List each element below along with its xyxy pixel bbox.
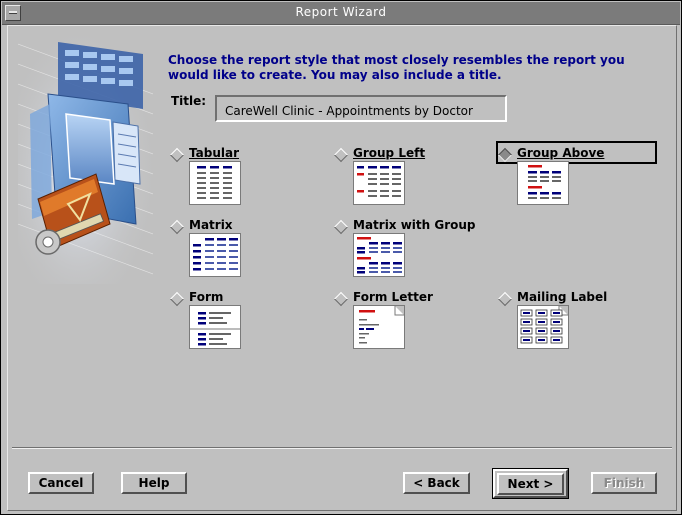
title-label: Title: bbox=[171, 94, 207, 108]
radio-button[interactable] bbox=[169, 291, 185, 307]
window-title: Report Wizard bbox=[295, 5, 387, 19]
next-button[interactable]: Next > bbox=[497, 473, 564, 495]
option-label: Form bbox=[189, 290, 224, 304]
report-wizard-window: Report Wizard Choose the report style th… bbox=[0, 0, 682, 515]
radio-button[interactable] bbox=[333, 147, 349, 163]
matrix-preview-icon bbox=[189, 233, 241, 277]
finish-button[interactable]: Finish bbox=[591, 472, 657, 494]
help-button[interactable]: Help bbox=[121, 472, 187, 494]
option-label: Group Above bbox=[517, 146, 605, 160]
title-bar[interactable]: Report Wizard bbox=[2, 2, 680, 25]
instructions-text: Choose the report style that most closel… bbox=[168, 53, 625, 82]
radio-button[interactable] bbox=[169, 147, 185, 163]
form-preview-icon bbox=[189, 305, 241, 349]
tabular-preview-icon bbox=[189, 161, 241, 205]
wizard-body: Choose the report style that most closel… bbox=[7, 25, 677, 511]
wizard-illustration bbox=[18, 34, 153, 284]
radio-button[interactable] bbox=[497, 291, 513, 307]
cancel-button[interactable]: Cancel bbox=[28, 472, 94, 494]
group-left-preview-icon bbox=[353, 161, 405, 205]
back-button[interactable]: < Back bbox=[403, 472, 470, 494]
radio-button[interactable] bbox=[169, 219, 185, 235]
option-label: Group Left bbox=[353, 146, 426, 160]
radio-button[interactable] bbox=[333, 291, 349, 307]
option-label: Matrix with Group bbox=[353, 218, 476, 232]
button-divider bbox=[12, 447, 672, 449]
option-label: Form Letter bbox=[353, 290, 433, 304]
radio-button[interactable] bbox=[333, 219, 349, 235]
matrix-with-group-preview-icon bbox=[353, 233, 405, 277]
option-label: Mailing Label bbox=[517, 290, 608, 304]
option-label: Matrix bbox=[189, 218, 233, 232]
mailing-label-preview-icon bbox=[517, 305, 569, 349]
report-title-input[interactable]: CareWell Clinic - Appointments by Doctor bbox=[215, 95, 507, 122]
group-above-preview-icon bbox=[517, 161, 569, 205]
form-letter-preview-icon bbox=[353, 305, 405, 349]
option-label: Tabular bbox=[189, 146, 239, 160]
